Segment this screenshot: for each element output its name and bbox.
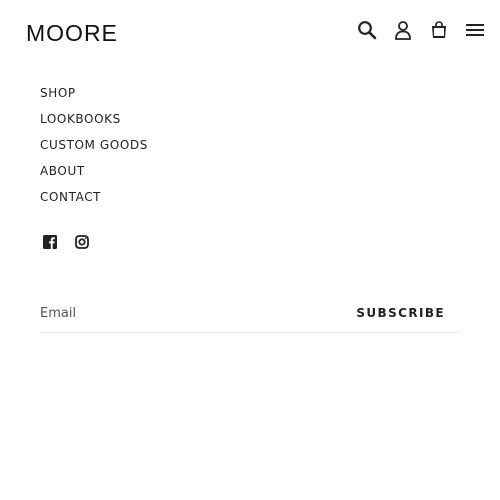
nav-item-shop: SHOP [40, 84, 148, 110]
login-button[interactable] [392, 18, 414, 42]
main-nav: SHOP LOOKBOOKS CUSTOM GOODS ABOUT CONTAC… [40, 84, 148, 214]
menu-icon [466, 24, 484, 36]
cart-button[interactable] [428, 18, 450, 42]
nav-item-custom-goods: CUSTOM GOODS [40, 136, 148, 162]
header-icons [356, 18, 486, 42]
facebook-icon[interactable] [42, 234, 58, 250]
nav-link-lookbooks[interactable]: LOOKBOOKS [40, 110, 121, 128]
nav-link-contact[interactable]: CONTACT [40, 188, 101, 206]
nav-item-contact: CONTACT [40, 188, 148, 214]
menu-button[interactable] [464, 18, 486, 42]
search-button[interactable] [356, 18, 378, 42]
cart-icon [432, 21, 446, 38]
nav-link-shop[interactable]: SHOP [40, 84, 76, 102]
nav-link-about[interactable]: ABOUT [40, 162, 85, 180]
email-input[interactable] [40, 296, 340, 330]
brand-logo[interactable]: MOORE [26, 18, 118, 48]
newsletter-form: SUBSCRIBE [40, 296, 459, 333]
social-links [42, 234, 106, 250]
nav-item-about: ABOUT [40, 162, 148, 188]
nav-item-lookbooks: LOOKBOOKS [40, 110, 148, 136]
instagram-icon[interactable] [74, 234, 90, 250]
user-icon [395, 21, 411, 40]
search-icon [358, 21, 377, 40]
nav-link-custom-goods[interactable]: CUSTOM GOODS [40, 136, 148, 154]
subscribe-button[interactable]: SUBSCRIBE [356, 296, 445, 330]
